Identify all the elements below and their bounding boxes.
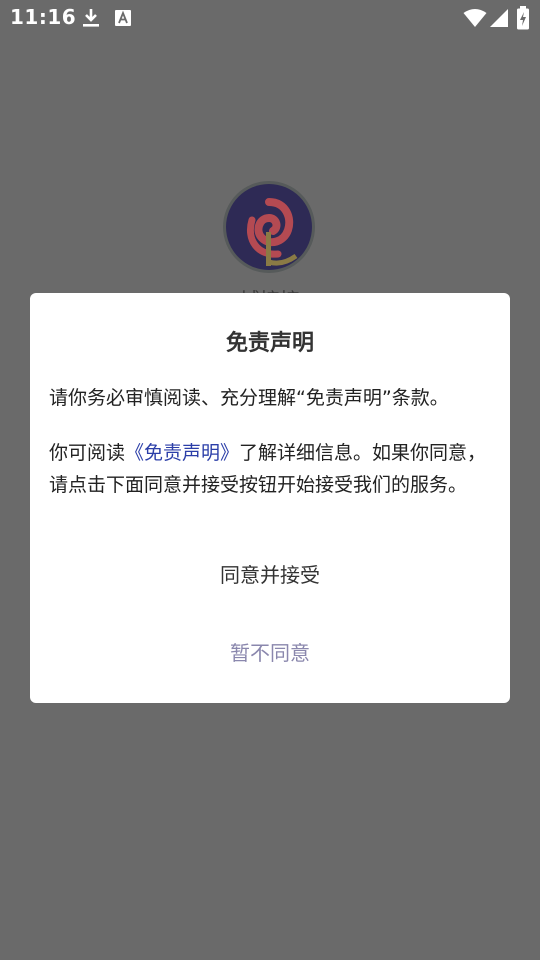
battery-icon <box>517 6 529 30</box>
dialog-body: 请你务必审慎阅读、充分理解“免责声明”条款。 你可阅读《免责声明》了解详细信息。… <box>49 382 493 524</box>
dialog-title: 免责声明 <box>225 331 314 356</box>
decline-button[interactable]: 暂不同意 <box>30 633 510 673</box>
disclaimer-detail-text: 你可阅读《免责声明》了解详细信息。如果你同意，请点击下面同意并接受按钮开始接受我… <box>49 437 493 501</box>
disclaimer-link[interactable]: 《免责声明》 <box>125 442 239 464</box>
app-logo <box>222 180 316 274</box>
disclaimer-intro-text: 请你务必审慎阅读、充分理解“免责声明”条款。 <box>49 387 449 409</box>
status-time: 11:16 <box>10 5 77 29</box>
a-notification-icon <box>115 10 131 26</box>
accept-button[interactable]: 同意并接受 <box>30 555 510 595</box>
signal-icon <box>490 9 508 27</box>
disclaimer-dialog: 免责声明 请你务必审慎阅读、充分理解“免责声明”条款。 你可阅读《免责声明》了解… <box>30 293 510 703</box>
wifi-icon <box>463 9 487 27</box>
app-logo-icon <box>223 181 315 273</box>
download-icon <box>83 9 99 27</box>
detail-prefix: 你可阅读 <box>49 442 126 464</box>
status-bar: 11:16 <box>0 0 540 36</box>
